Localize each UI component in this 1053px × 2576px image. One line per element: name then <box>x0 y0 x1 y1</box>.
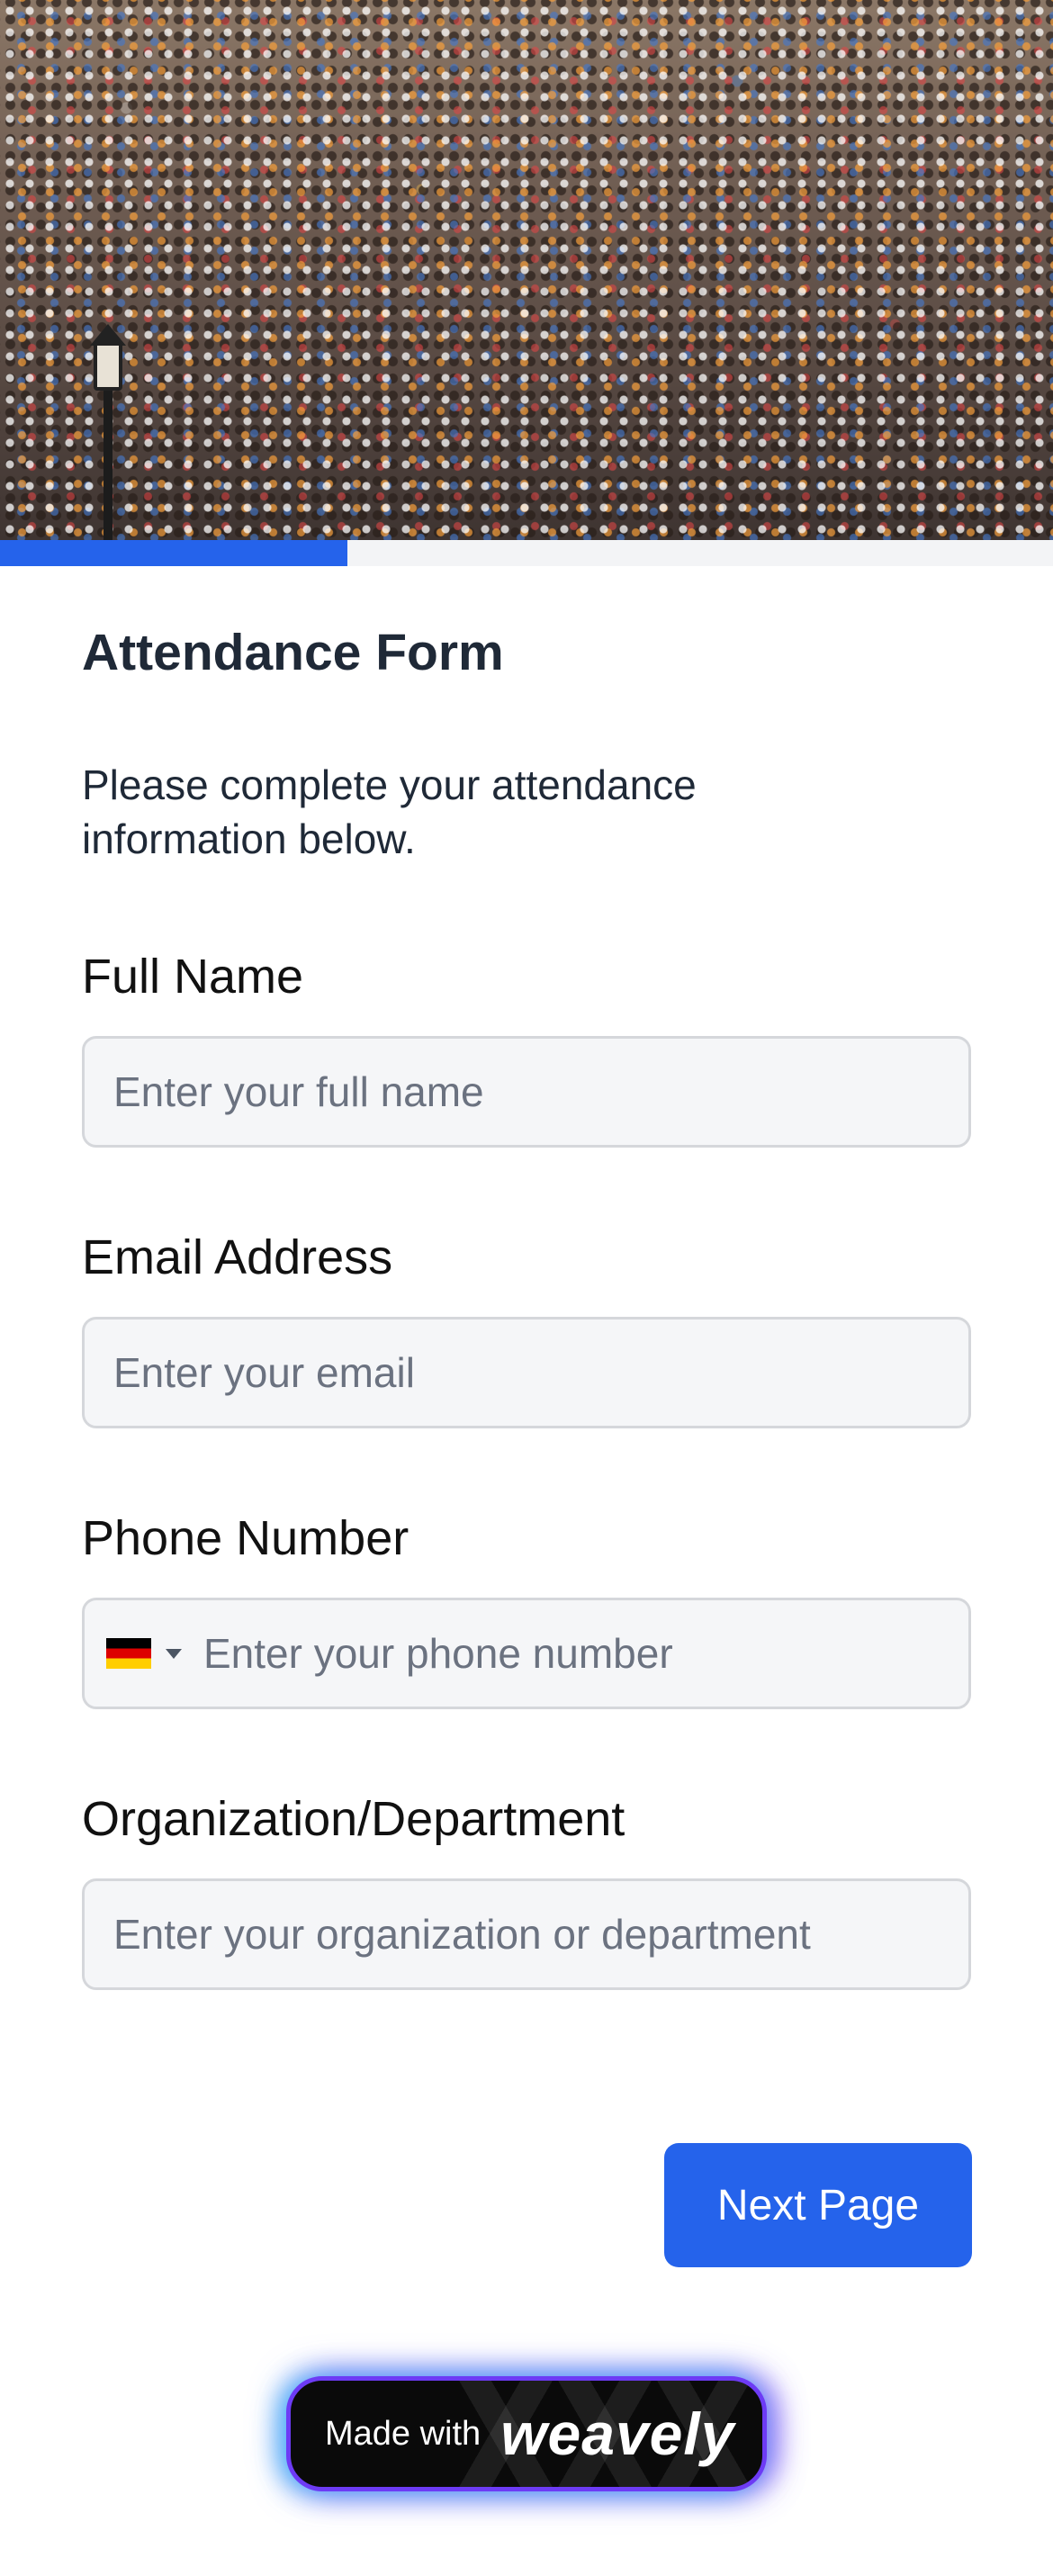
phone-label: Phone Number <box>82 1511 410 1565</box>
lamp-pole <box>104 391 112 540</box>
full-name-label: Full Name <box>82 950 304 1004</box>
crowd-texture <box>0 0 1053 540</box>
progress-bar-fill <box>0 540 348 566</box>
phone-input[interactable] <box>193 1600 979 1707</box>
lamp-head <box>94 342 122 391</box>
phone-field <box>82 1598 979 1709</box>
street-lamp-illustration <box>90 324 126 540</box>
organization-label: Organization/Department <box>82 1792 626 1846</box>
badge-made-with-text: Made with <box>325 2414 482 2453</box>
full-name-input[interactable] <box>82 1036 971 1148</box>
chevron-down-icon <box>166 1648 182 1659</box>
email-input[interactable] <box>82 1317 971 1428</box>
made-with-weavely-badge[interactable]: Made with weavely <box>286 2376 767 2491</box>
email-label: Email Address <box>82 1230 393 1284</box>
next-page-button[interactable]: Next Page <box>664 2143 972 2267</box>
country-code-dropdown[interactable] <box>106 1600 187 1707</box>
header-crowd-image <box>0 0 1053 540</box>
form-title: Attendance Form <box>82 624 504 681</box>
organization-input[interactable] <box>82 1878 971 1990</box>
germany-flag-icon <box>106 1638 151 1669</box>
weavely-logo: weavely <box>500 2400 735 2467</box>
progress-bar <box>0 540 1053 566</box>
form-description: Please complete your attendance informat… <box>82 761 697 862</box>
